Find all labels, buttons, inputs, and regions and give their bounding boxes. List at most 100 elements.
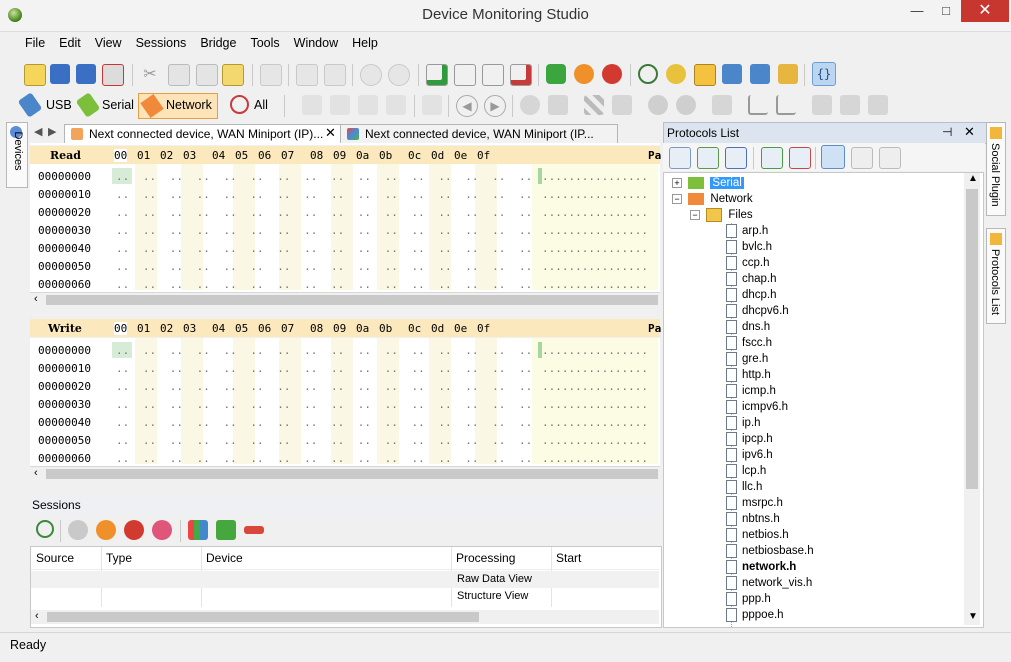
filter-icon[interactable] bbox=[520, 95, 540, 115]
table-row[interactable]: Structure View bbox=[31, 588, 659, 605]
tree-file-item[interactable]: network_vis.h bbox=[726, 575, 812, 591]
cluster-icon[interactable] bbox=[676, 95, 696, 115]
pin-icon[interactable]: ⊣ bbox=[942, 125, 952, 139]
chart-icon[interactable] bbox=[748, 95, 768, 115]
select-all-icon[interactable] bbox=[386, 95, 406, 115]
session-start-icon[interactable] bbox=[68, 520, 88, 540]
col-device[interactable]: Device bbox=[206, 551, 243, 565]
plugin-settings-icon[interactable] bbox=[388, 64, 410, 86]
clock-icon[interactable] bbox=[638, 64, 658, 84]
col-start[interactable]: Start bbox=[556, 551, 581, 565]
find-icon[interactable] bbox=[296, 64, 318, 86]
bridge-icon[interactable] bbox=[666, 64, 686, 84]
network-filter-button[interactable]: Network bbox=[138, 93, 218, 119]
tree-file-item[interactable]: nbtns.h bbox=[726, 511, 780, 527]
tab-protocols-list[interactable]: Protocols List bbox=[986, 228, 1006, 324]
panel-close-icon[interactable]: ✕ bbox=[964, 124, 975, 140]
tree-file-item[interactable]: network.h bbox=[726, 559, 796, 575]
tree-file-item[interactable]: dns.h bbox=[726, 319, 770, 335]
tab-scroll-left-icon[interactable]: ◀ bbox=[34, 125, 42, 138]
tree-node-network[interactable]: − Network bbox=[672, 191, 753, 207]
tab-close-icon[interactable]: ✕ bbox=[325, 125, 336, 141]
tree-file-item[interactable]: ccp.h bbox=[726, 255, 770, 271]
new-file-icon[interactable] bbox=[24, 64, 46, 86]
tree-file-item[interactable]: bvlc.h bbox=[726, 239, 772, 255]
sessions-horizontal-scrollbar[interactable]: ‹ bbox=[31, 610, 659, 624]
start-icon[interactable] bbox=[546, 64, 566, 84]
tree-file-item[interactable]: ipv6.h bbox=[726, 447, 773, 463]
session-close-icon[interactable] bbox=[152, 520, 172, 540]
menu-edit[interactable]: Edit bbox=[52, 32, 88, 54]
proto-validate-icon[interactable] bbox=[821, 145, 845, 169]
paste-special-icon[interactable] bbox=[222, 64, 244, 86]
grid-icon[interactable] bbox=[584, 95, 604, 115]
tree-file-item[interactable]: ppp.h bbox=[726, 591, 771, 607]
tree-file-item[interactable]: lcp.h bbox=[726, 463, 766, 479]
menu-bridge[interactable]: Bridge bbox=[193, 32, 243, 54]
tree-file-item[interactable]: dhcpv6.h bbox=[726, 303, 789, 319]
tab-structure[interactable]: Next connected device, WAN Miniport (IP.… bbox=[340, 124, 618, 144]
proto-revert-icon[interactable] bbox=[789, 147, 811, 169]
session-settings-icon[interactable] bbox=[36, 520, 54, 538]
menu-window[interactable]: Window bbox=[287, 32, 345, 54]
tree-file-item[interactable]: llc.h bbox=[726, 479, 762, 495]
molecules-icon[interactable] bbox=[648, 95, 668, 115]
read-horizontal-scrollbar[interactable]: ‹ bbox=[30, 292, 660, 307]
session-stats-icon[interactable] bbox=[188, 520, 208, 540]
read-hex-view[interactable]: 00000000 00000010 00000020 00000030 0000… bbox=[30, 164, 660, 292]
tree-file-item[interactable]: chap.h bbox=[726, 271, 777, 287]
menu-tools[interactable]: Tools bbox=[243, 32, 286, 54]
devices-panel-tab[interactable]: Devices bbox=[6, 122, 28, 188]
maximize-button[interactable]: □ bbox=[932, 0, 960, 22]
usb-filter-button[interactable]: USB bbox=[42, 96, 76, 114]
paste-icon[interactable] bbox=[196, 64, 218, 86]
settings-icon[interactable] bbox=[694, 64, 716, 86]
select-next-icon[interactable] bbox=[358, 95, 378, 115]
download-icon[interactable] bbox=[722, 64, 742, 84]
monitor-icon[interactable] bbox=[750, 64, 770, 84]
forward-icon[interactable]: ▶ bbox=[484, 95, 506, 117]
tree-file-item[interactable]: arp.h bbox=[726, 223, 768, 239]
session-delete-icon[interactable] bbox=[510, 64, 532, 86]
select-icon[interactable] bbox=[302, 95, 322, 115]
close-button[interactable]: ✕ bbox=[961, 0, 1009, 22]
tree-file-item[interactable]: fscc.h bbox=[726, 335, 772, 351]
tab-read-write[interactable]: Next connected device, WAN Miniport (IP)… bbox=[64, 124, 342, 144]
session-copy-icon[interactable] bbox=[454, 64, 476, 86]
proto-export-icon[interactable] bbox=[879, 147, 901, 169]
save-as-icon[interactable] bbox=[76, 64, 96, 84]
menu-help[interactable]: Help bbox=[345, 32, 385, 54]
tree-file-item[interactable]: icmp.h bbox=[726, 383, 776, 399]
tree-file-item[interactable]: netbios.h bbox=[726, 527, 789, 543]
minimize-button[interactable]: — bbox=[903, 0, 931, 22]
session-remove-icon[interactable] bbox=[244, 526, 264, 534]
close-file-icon[interactable] bbox=[102, 64, 124, 86]
plugin-icon[interactable] bbox=[360, 64, 382, 86]
add-session-icon[interactable] bbox=[426, 64, 448, 86]
tree-file-item[interactable]: pppoe.h bbox=[726, 607, 784, 623]
session-pause-icon[interactable] bbox=[96, 520, 116, 540]
write-hex-view[interactable]: 00000000 00000010 00000020 00000030 0000… bbox=[30, 338, 660, 466]
tree-node-files[interactable]: − Files bbox=[690, 207, 753, 223]
cut-icon[interactable]: ✂ bbox=[140, 64, 160, 84]
tree-file-item[interactable]: ip.h bbox=[726, 415, 761, 431]
screenshot-icon[interactable] bbox=[612, 95, 632, 115]
copy-icon[interactable] bbox=[168, 64, 190, 86]
session-add-icon[interactable] bbox=[216, 520, 236, 540]
print-icon[interactable] bbox=[260, 64, 282, 86]
all-filter-button[interactable]: All bbox=[250, 96, 272, 114]
tree-file-item[interactable]: netbiosbase.h bbox=[726, 543, 814, 559]
proto-refresh-icon[interactable] bbox=[761, 147, 783, 169]
chart-alt-icon[interactable] bbox=[776, 95, 796, 115]
tree-file-item[interactable]: msrpc.h bbox=[726, 495, 783, 511]
session-remove-icon[interactable] bbox=[482, 64, 504, 86]
tab-social-plugin[interactable]: Social Plugin bbox=[986, 122, 1006, 216]
serial-filter-button[interactable]: Serial bbox=[98, 96, 138, 114]
select-range-icon[interactable] bbox=[330, 95, 350, 115]
expand-icon[interactable] bbox=[712, 95, 732, 115]
proto-add-icon[interactable] bbox=[669, 147, 691, 169]
col-processing[interactable]: Processing bbox=[456, 551, 515, 565]
proto-compile-icon[interactable] bbox=[851, 147, 873, 169]
filter-edit-icon[interactable] bbox=[548, 95, 568, 115]
tree-file-item[interactable]: icmpv6.h bbox=[726, 399, 788, 415]
